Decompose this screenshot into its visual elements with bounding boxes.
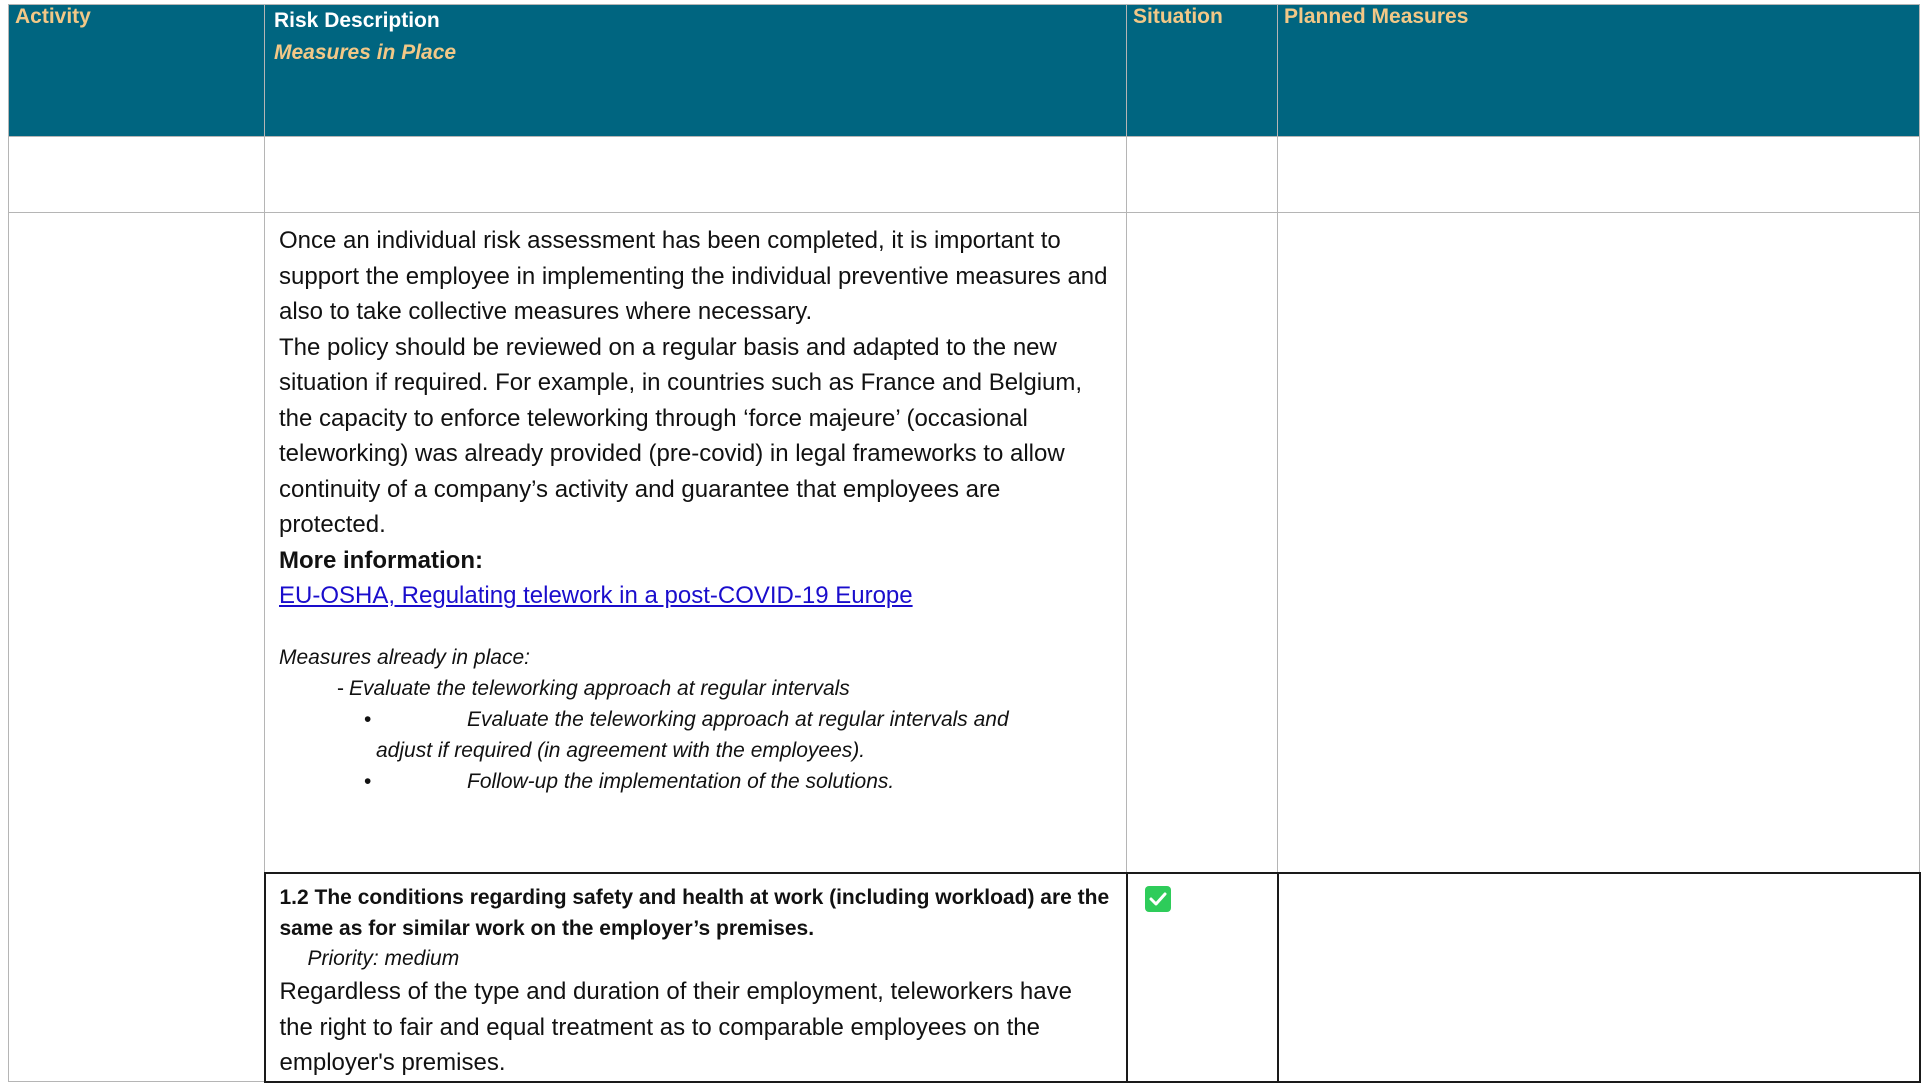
- eu-osha-link[interactable]: EU-OSHA, Regulating telework in a post-C…: [279, 582, 913, 609]
- measures-label: Measures already in place:: [279, 645, 530, 669]
- description-paragraph-1: Once an individual risk assessment has b…: [279, 227, 1108, 325]
- section-1-2-body: Regardless of the type and duration of t…: [279, 978, 1072, 1076]
- cell-activity-empty[interactable]: [8, 136, 265, 213]
- section-1-2-title: 1.2 The conditions regarding safety and …: [279, 886, 1110, 940]
- header-activity: Activity: [8, 4, 265, 137]
- cell-planned-empty[interactable]: [1277, 136, 1920, 213]
- cell-activity[interactable]: [8, 212, 265, 1082]
- cell-situation-empty[interactable]: [1126, 136, 1278, 213]
- bullet-icon: •: [364, 707, 372, 731]
- risk-assessment-table-container: Activity Risk Description Measures in Pl…: [8, 4, 1921, 1083]
- header-situation: Situation: [1126, 4, 1278, 137]
- cell-section-1-2-description[interactable]: 1.2 The conditions regarding safety and …: [263, 872, 1128, 1083]
- description-paragraph-2: The policy should be reviewed on a regul…: [279, 333, 1083, 539]
- checkbox-checked-icon[interactable]: [1144, 886, 1171, 912]
- table-row-section-1-2: 1.2 The conditions regarding safety and …: [9, 872, 1921, 1083]
- risk-assessment-table: Activity Risk Description Measures in Pl…: [8, 4, 1921, 1083]
- cell-description[interactable]: Once an individual risk assessment has b…: [264, 212, 1127, 874]
- bullet-icon: •: [364, 769, 372, 793]
- section-1-2-priority: Priority: medium: [307, 947, 460, 970]
- header-risk-description: Risk Description Measures in Place: [264, 4, 1127, 137]
- header-measures-in-place-label: Measures in Place: [274, 41, 457, 64]
- table-row-policy-review: Once an individual risk assessment has b…: [8, 212, 1920, 1082]
- measure-bullet-item-1: • Evaluate the teleworking approach at r…: [279, 704, 1112, 735]
- measure-bullet-item-1-continued: adjust if required (in agreement with th…: [376, 738, 866, 762]
- cell-section-1-2-planned-measures[interactable]: [1276, 872, 1921, 1083]
- cell-situation[interactable]: [1126, 212, 1278, 874]
- measure-dash-item: Evaluate the teleworking approach at reg…: [279, 673, 1112, 704]
- measure-bullet-item-2: • Follow-up the implementation of the so…: [279, 766, 1112, 797]
- cell-planned-measures[interactable]: [1277, 212, 1920, 874]
- cell-description-empty[interactable]: [264, 136, 1127, 213]
- checkmark-icon: [1149, 892, 1166, 906]
- header-risk-description-label: Risk Description: [274, 9, 440, 32]
- table-row-empty: [8, 136, 1920, 213]
- header-planned-measures: Planned Measures: [1277, 4, 1920, 137]
- more-information-label: More information:: [279, 546, 483, 574]
- cell-section-1-2-situation[interactable]: [1125, 872, 1279, 1083]
- table-header-row: Activity Risk Description Measures in Pl…: [8, 4, 1920, 137]
